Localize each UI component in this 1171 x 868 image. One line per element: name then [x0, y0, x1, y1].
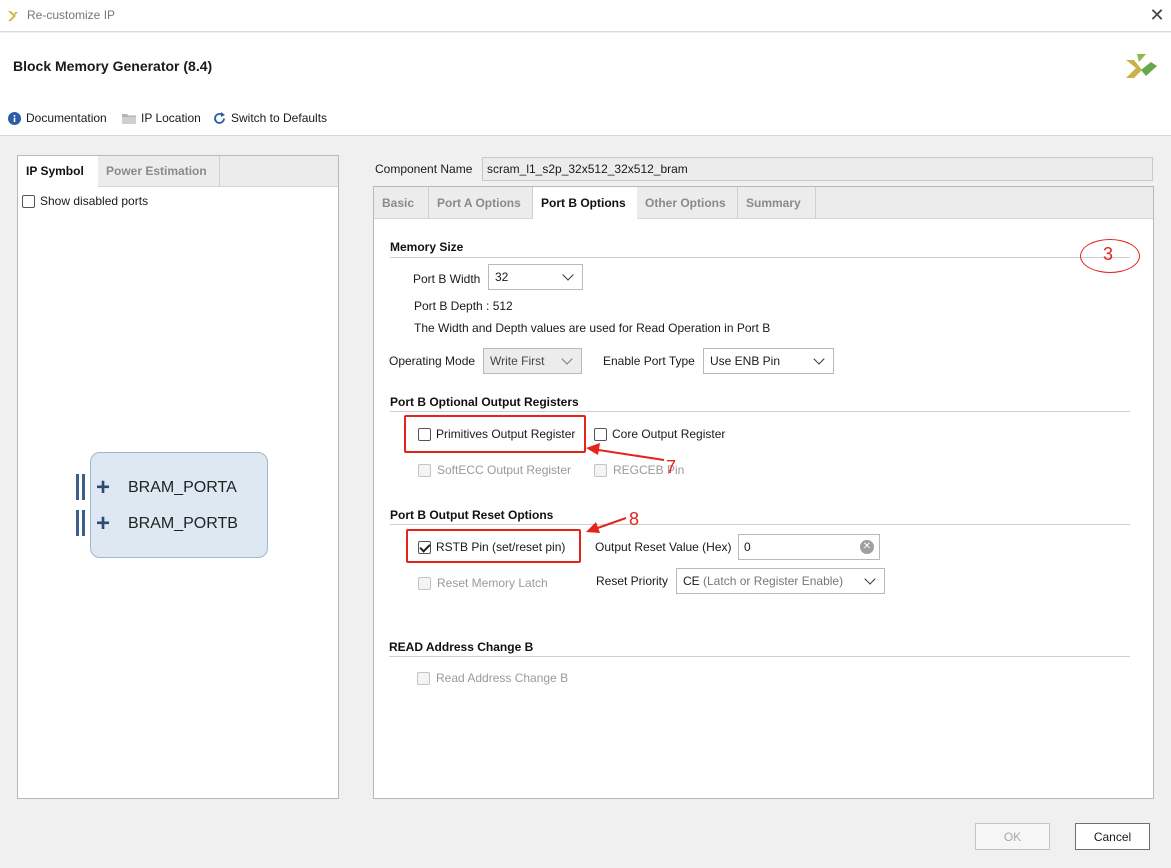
- reset-memory-latch-label: Reset Memory Latch: [437, 576, 548, 590]
- divider: [390, 411, 1130, 412]
- left-tab-bar: IP Symbol Power Estimation: [18, 156, 338, 187]
- reset-options-heading: Port B Output Reset Options: [390, 508, 554, 522]
- documentation-label: Documentation: [26, 111, 107, 125]
- reset-priority-value: CE: [683, 574, 700, 588]
- xilinx-logo-icon: [1126, 54, 1157, 78]
- window-title: Re-customize IP: [27, 8, 116, 22]
- port-b-depth-text: Port B Depth : 512: [414, 299, 513, 313]
- annotation-3: 3: [1103, 244, 1114, 264]
- tab-ip-symbol[interactable]: IP Symbol: [18, 156, 98, 187]
- ip-title: Block Memory Generator (8.4): [13, 58, 213, 74]
- enable-port-type-value: Use ENB Pin: [710, 354, 781, 368]
- show-disabled-ports-checkbox[interactable]: [22, 194, 35, 208]
- expand-port-b-icon[interactable]: +: [96, 512, 110, 536]
- refresh-icon: [213, 111, 226, 125]
- output-registers-heading: Port B Optional Output Registers: [390, 395, 579, 409]
- cancel-button[interactable]: Cancel: [1075, 823, 1150, 850]
- reset-memory-latch-checkbox: [418, 576, 431, 590]
- operating-mode-dropdown[interactable]: Write First: [483, 348, 582, 374]
- title-bar: Re-customize IP ✕: [0, 0, 1171, 32]
- chevron-down-icon: [562, 269, 574, 281]
- chevron-down-icon: [864, 573, 876, 585]
- documentation-button[interactable]: Documentation: [8, 109, 107, 127]
- rstb-pin-row[interactable]: RSTB Pin (set/reset pin): [418, 540, 565, 554]
- divider: [390, 257, 1130, 258]
- port-b-connector-2: [82, 510, 85, 536]
- port-b-width-dropdown[interactable]: 32: [488, 264, 583, 290]
- primitives-output-register-label: Primitives Output Register: [436, 427, 576, 441]
- read-address-change-checkbox: [417, 671, 430, 685]
- chevron-down-icon: [561, 353, 573, 365]
- tab-basic[interactable]: Basic: [374, 187, 429, 219]
- rstb-pin-label: RSTB Pin (set/reset pin): [436, 540, 566, 554]
- enable-port-type-label: Enable Port Type: [603, 354, 695, 368]
- tab-power-estimation[interactable]: Power Estimation: [98, 156, 220, 187]
- ip-symbol-panel: IP Symbol Power Estimation Show disabled…: [17, 155, 339, 799]
- options-panel: Basic Port A Options Port B Options Othe…: [373, 186, 1154, 799]
- ip-location-button[interactable]: IP Location: [122, 109, 201, 127]
- divider: [389, 656, 1130, 657]
- port-a-connector-2: [82, 474, 85, 500]
- output-reset-value: 0: [744, 540, 751, 554]
- operating-mode-label: Operating Mode: [389, 354, 476, 368]
- switch-defaults-button[interactable]: Switch to Defaults: [213, 109, 327, 127]
- dialog-header: Block Memory Generator (8.4) Documentati…: [0, 33, 1171, 136]
- divider: [390, 524, 1130, 525]
- port-b-width-label: Port B Width: [413, 272, 481, 286]
- annotation-8: 8: [629, 509, 640, 529]
- vivado-logo-icon: [8, 11, 18, 21]
- port-a-connector: [76, 474, 79, 500]
- enable-port-type-dropdown[interactable]: Use ENB Pin: [703, 348, 834, 374]
- clear-icon[interactable]: ✕: [860, 540, 874, 554]
- primitives-output-register-row[interactable]: Primitives Output Register: [418, 427, 575, 441]
- memory-size-heading: Memory Size: [390, 240, 464, 254]
- options-tab-bar: Basic Port A Options Port B Options Othe…: [374, 187, 1153, 219]
- port-b-connector: [76, 510, 79, 536]
- ip-symbol-block: [90, 452, 268, 558]
- annotation-7: 7: [666, 457, 677, 477]
- softecc-output-register-label: SoftECC Output Register: [437, 463, 572, 477]
- annotation-arrows: [586, 443, 665, 533]
- switch-defaults-label: Switch to Defaults: [231, 111, 328, 125]
- tab-other-options[interactable]: Other Options: [637, 187, 738, 219]
- ip-location-label: IP Location: [141, 111, 201, 125]
- expand-port-a-icon[interactable]: +: [96, 476, 110, 500]
- softecc-output-register-checkbox: [418, 463, 431, 477]
- operating-mode-value: Write First: [490, 354, 545, 368]
- rstb-pin-checkbox[interactable]: [418, 540, 431, 554]
- read-address-change-row: Read Address Change B: [417, 671, 568, 685]
- port-b-label: BRAM_PORTB: [128, 515, 238, 532]
- show-disabled-ports-label: Show disabled ports: [40, 194, 149, 208]
- reset-priority-hint: (Latch or Register Enable): [703, 574, 844, 588]
- tab-port-a-options[interactable]: Port A Options: [429, 187, 533, 219]
- chevron-down-icon: [813, 353, 825, 365]
- folder-icon: [122, 112, 136, 124]
- component-name-label: Component Name: [375, 162, 473, 176]
- read-address-change-label: Read Address Change B: [436, 671, 569, 685]
- show-disabled-ports-row[interactable]: Show disabled ports: [22, 194, 148, 208]
- softecc-output-register-row: SoftECC Output Register: [418, 463, 571, 477]
- close-icon[interactable]: ✕: [1146, 4, 1168, 26]
- info-icon: [8, 111, 21, 125]
- read-address-heading: READ Address Change B: [389, 640, 534, 654]
- output-reset-value-field[interactable]: 0 ✕: [738, 534, 880, 560]
- reset-priority-dropdown[interactable]: CE (Latch or Register Enable): [676, 568, 885, 594]
- ok-button[interactable]: OK: [975, 823, 1050, 850]
- tab-summary[interactable]: Summary: [738, 187, 816, 219]
- reset-memory-latch-row: Reset Memory Latch: [418, 576, 548, 590]
- primitives-output-register-checkbox[interactable]: [418, 427, 431, 441]
- port-a-label: BRAM_PORTA: [128, 479, 237, 496]
- width-depth-note: The Width and Depth values are used for …: [414, 321, 771, 335]
- tab-port-b-options[interactable]: Port B Options: [533, 187, 637, 219]
- component-name-field[interactable]: scram_l1_s2p_32x512_32x512_bram: [482, 157, 1153, 181]
- port-b-width-value: 32: [495, 270, 509, 284]
- reset-priority-label: Reset Priority: [596, 574, 669, 588]
